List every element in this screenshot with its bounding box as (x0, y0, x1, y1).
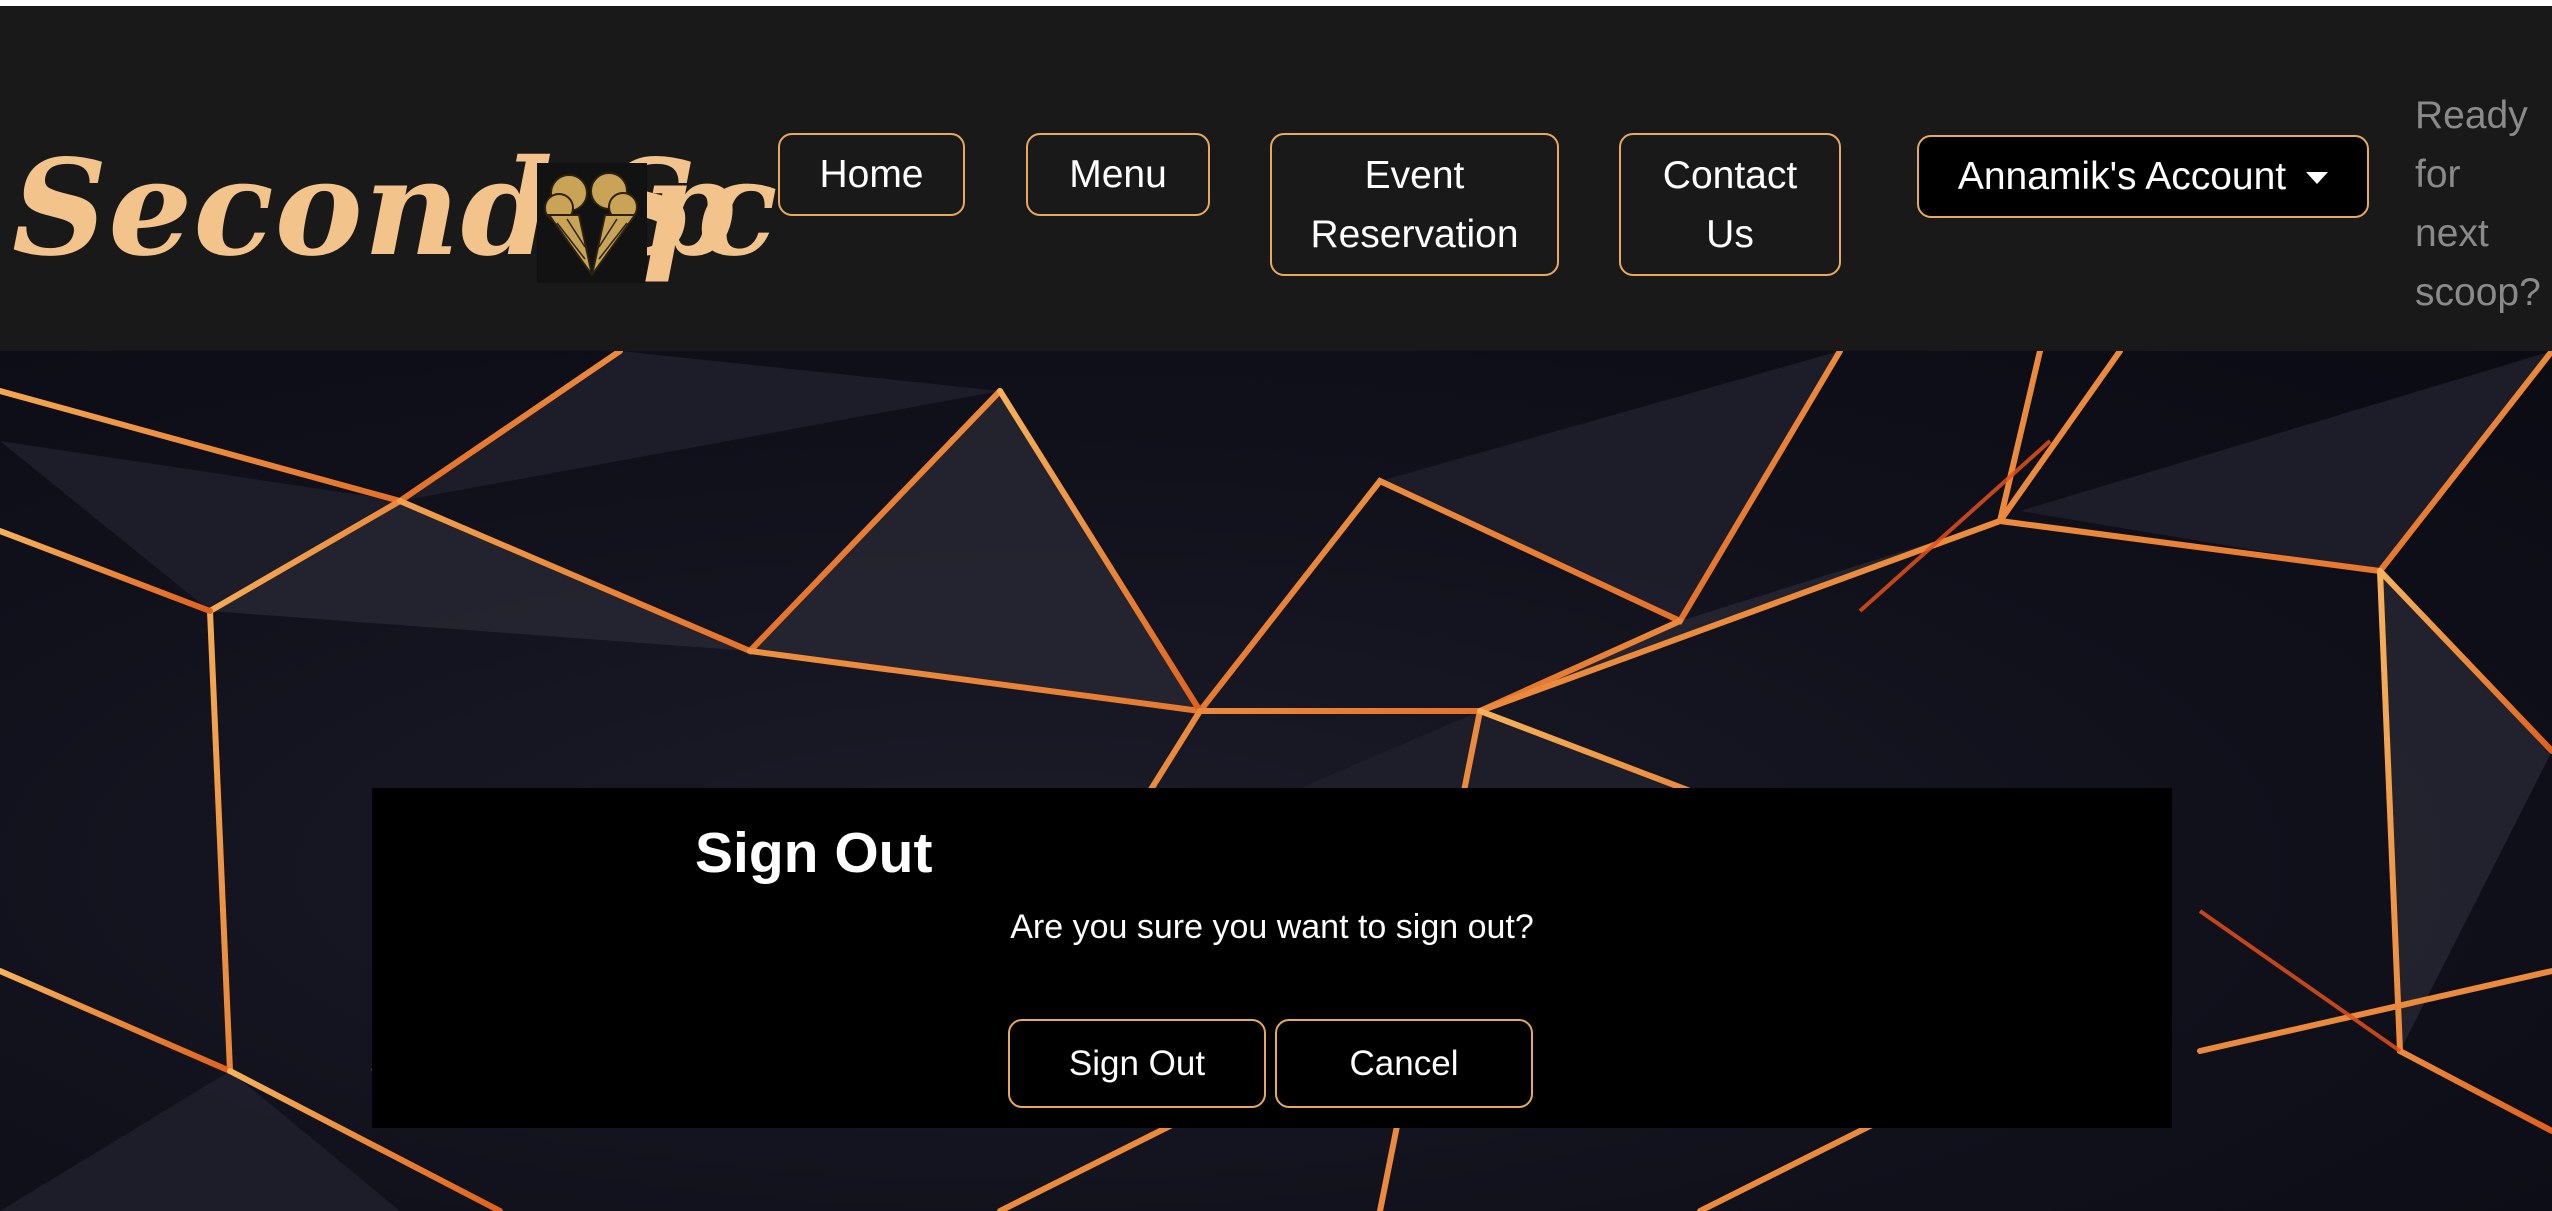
dialog-title: Sign Out (695, 821, 933, 885)
nav-event-label-line1: Event (1364, 153, 1465, 197)
confirm-sign-out-button[interactable]: Sign Out (1008, 1019, 1266, 1108)
account-dropdown-button[interactable]: Annamik's Account (1917, 135, 2369, 218)
tagline-line3: next (2415, 212, 2489, 255)
nav-contact-label: Contact Us (1663, 146, 1797, 264)
nav-contact-us-button[interactable]: Contact Us (1619, 133, 1841, 276)
navbar: Second Sc p Home Menu Event Reservation … (0, 6, 2552, 351)
nav-event-label: Event Reservation (1310, 146, 1518, 264)
tagline: Ready for next scoop? (2415, 86, 2550, 322)
nav-event-label-line2: Reservation (1310, 212, 1519, 256)
confirm-sign-out-label: Sign Out (1068, 1043, 1206, 1083)
tagline-line1: Ready (2415, 94, 2528, 137)
nav-menu-label: Menu (1069, 153, 1167, 196)
nav-contact-label-line2: Us (1706, 212, 1754, 256)
sign-out-dialog: Sign Out Are you sure you want to sign o… (372, 788, 2172, 1128)
cancel-button[interactable]: Cancel (1275, 1019, 1533, 1108)
ice-cream-cones-icon (537, 163, 647, 283)
tagline-line2: for (2415, 153, 2461, 196)
nav-home-button[interactable]: Home (778, 133, 965, 216)
nav-menu-button[interactable]: Menu (1026, 133, 1210, 216)
account-label: Annamik's Account (1957, 154, 2287, 198)
nav-event-reservation-button[interactable]: Event Reservation (1270, 133, 1559, 276)
site-logo[interactable]: Second Sc p (12, 111, 778, 301)
nav-contact-label-line1: Contact (1662, 153, 1798, 197)
tagline-line4: scoop? (2415, 271, 2541, 314)
dialog-message: Are you sure you want to sign out? (1010, 908, 1534, 946)
cancel-label: Cancel (1349, 1043, 1459, 1083)
logo-text-tail: p (642, 131, 735, 286)
caret-down-icon (2306, 171, 2329, 184)
nav-home-label: Home (819, 153, 924, 196)
